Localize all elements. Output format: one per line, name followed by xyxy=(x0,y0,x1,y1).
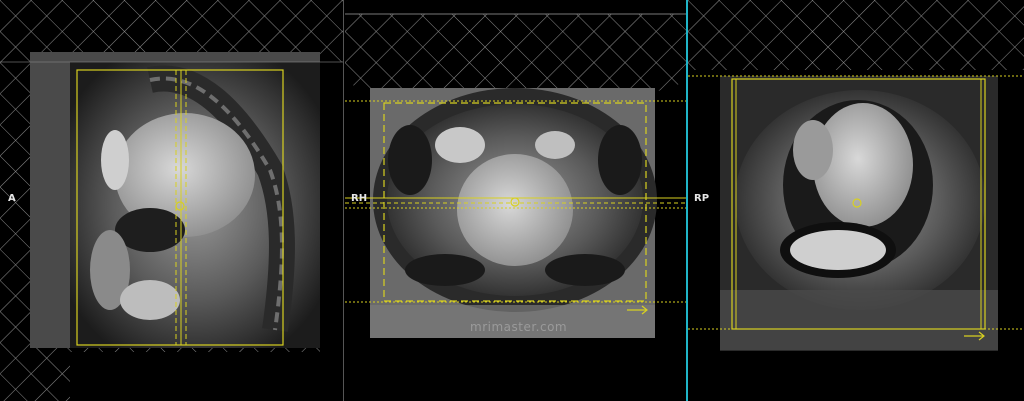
axial-viewport[interactable]: RH mrimaster.com xyxy=(345,0,686,401)
axial-canvas xyxy=(345,0,686,401)
orientation-label-sagittal: A xyxy=(8,193,16,204)
mri-viewer: A RH mrimaster.com RP xyxy=(0,0,1024,401)
orientation-label-axial: RH xyxy=(351,193,368,204)
coronal-canvas xyxy=(688,0,1024,401)
coronal-viewport[interactable]: RP xyxy=(688,0,1024,401)
sagittal-canvas xyxy=(0,0,343,401)
sagittal-viewport[interactable]: A xyxy=(0,0,343,401)
watermark: mrimaster.com xyxy=(470,320,568,334)
orientation-label-coronal: RP xyxy=(694,193,710,204)
